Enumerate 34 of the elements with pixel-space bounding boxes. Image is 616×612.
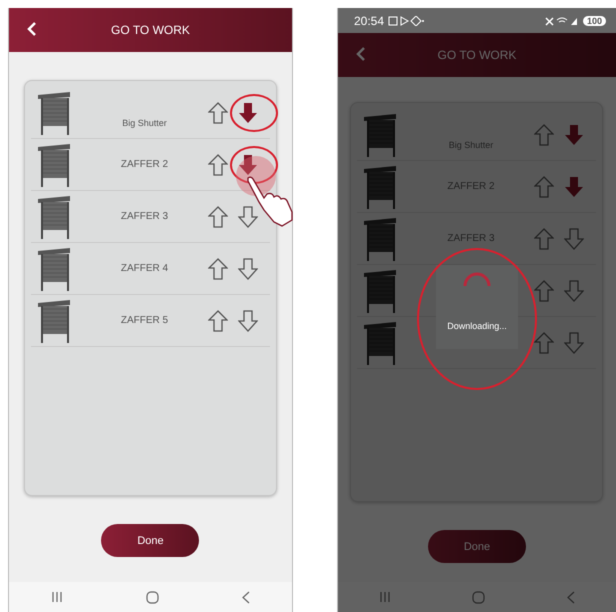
home-icon[interactable] <box>472 590 486 604</box>
down-arrow-icon[interactable] <box>238 258 258 280</box>
screen-title: GO TO WORK <box>436 48 518 62</box>
shutter-name: ZAFFER 2 <box>120 159 170 170</box>
up-arrow-icon[interactable] <box>208 102 228 124</box>
shutter-name: ZAFFER 3 <box>120 211 170 222</box>
loading-text: Downloading... <box>447 321 507 331</box>
signal-icons <box>544 16 579 26</box>
back-icon[interactable] <box>27 22 37 36</box>
up-arrow-icon[interactable] <box>208 310 228 332</box>
status-time: 20:54 <box>354 14 384 28</box>
up-arrow-icon[interactable] <box>208 206 228 228</box>
pointing-hand-icon <box>246 176 294 228</box>
shutter-name: ZAFFER 5 <box>120 315 170 326</box>
screen-title: GO TO WORK <box>110 23 191 37</box>
done-button[interactable]: Done <box>101 524 200 557</box>
down-arrow-icon[interactable] <box>238 206 258 228</box>
recent-apps-icon[interactable] <box>50 591 63 603</box>
recent-apps-icon[interactable] <box>378 591 391 603</box>
spinner-icon <box>462 271 492 287</box>
up-arrow-icon[interactable] <box>208 154 228 176</box>
back-nav-icon[interactable] <box>567 590 576 604</box>
down-arrow-icon[interactable] <box>238 310 258 332</box>
back-nav-icon[interactable] <box>242 590 250 604</box>
notification-icons <box>388 16 424 26</box>
shutter-icon <box>36 142 71 186</box>
battery-level: 100 <box>582 16 606 26</box>
up-arrow-icon[interactable] <box>534 332 554 354</box>
shutter-name: ZAFFER 4 <box>120 263 170 274</box>
home-icon[interactable] <box>146 590 159 604</box>
down-arrow-icon[interactable] <box>238 102 258 124</box>
up-arrow-icon[interactable] <box>208 258 228 280</box>
down-arrow-icon[interactable] <box>238 154 258 176</box>
shutter-name: Big Shutter <box>121 118 168 130</box>
